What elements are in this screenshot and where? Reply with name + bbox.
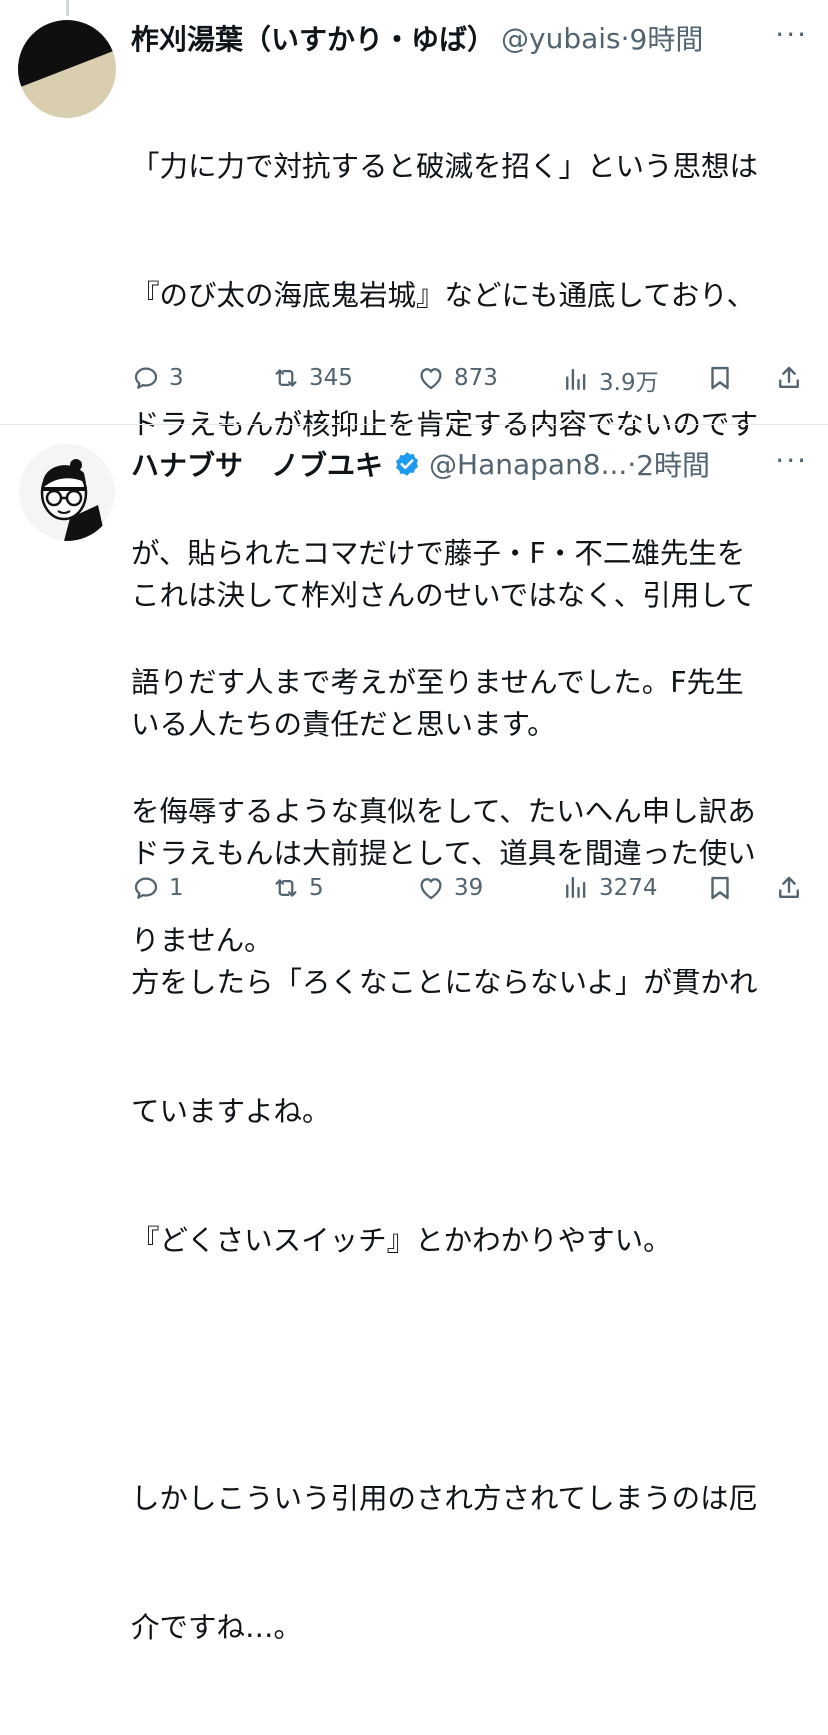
avatar[interactable] (18, 20, 116, 118)
bookmark-button[interactable] (705, 363, 735, 393)
bookmark-icon (711, 366, 729, 390)
avatar-image (18, 20, 116, 118)
action-bar: 1 5 39 3274 (131, 873, 811, 913)
reply-count: 1 (169, 875, 184, 901)
share-icon (779, 876, 799, 898)
tweet-text-line: いる人たちの責任だと思います。 (131, 708, 556, 741)
retweet-icon (275, 879, 297, 897)
timestamp[interactable]: 9時間 (630, 18, 704, 58)
bookmark-button[interactable] (705, 873, 735, 903)
bookmark-icon (711, 876, 729, 900)
tweet-header: 柞刈湯葉（いすかり・ゆば） @yubais · 9時間 ··· (131, 16, 808, 60)
like-count: 873 (454, 365, 498, 391)
tweet-text-line: しかしこういう引用のされ方されてしまうのは厄 (131, 1482, 758, 1515)
avatar-image (18, 443, 116, 541)
action-bar: 3 345 873 3.9万 (131, 363, 811, 403)
tweet-2[interactable]: ハナブサ ノブユキ @Hanapan8... · 2時間 ··· これは決して柞… (0, 425, 828, 1644)
tweet-text-line: これは決して柞刈さんのせいではなく、引用して (131, 579, 756, 612)
views-icon (566, 368, 586, 390)
views-count: 3274 (599, 875, 658, 901)
user-handle[interactable]: @Hanapan8... (429, 448, 627, 481)
retweet-button[interactable]: 5 (271, 873, 324, 903)
views-button[interactable]: 3274 (561, 873, 658, 903)
views-count: 3.9万 (599, 370, 659, 396)
reply-icon (134, 367, 158, 389)
reply-button[interactable]: 3 (131, 363, 184, 393)
separator-dot: · (620, 21, 630, 55)
tweet-text-line: 「力に力で対抗すると破滅を招く」という思想は (131, 150, 759, 183)
share-icon (779, 366, 799, 388)
display-name[interactable]: 柞刈湯葉（いすかり・ゆば） (131, 18, 495, 58)
heart-icon (420, 368, 442, 390)
tweet-text-line: ていますよね。 (131, 1095, 331, 1128)
avatar[interactable] (18, 443, 116, 541)
more-options-icon[interactable]: ··· (775, 18, 808, 51)
tweet-header: ハナブサ ノブユキ @Hanapan8... · 2時間 ··· (131, 442, 808, 486)
reply-button[interactable]: 1 (131, 873, 184, 903)
display-name[interactable]: ハナブサ ノブユキ (131, 444, 383, 484)
share-button[interactable] (774, 873, 804, 903)
share-button[interactable] (774, 363, 804, 393)
tweet-text-line: 『のび太の海底鬼岩城』などにも通底しており、 (131, 279, 756, 312)
user-handle[interactable]: @yubais (501, 22, 621, 55)
retweet-button[interactable]: 345 (271, 363, 353, 393)
like-count: 39 (454, 875, 484, 901)
reply-count: 3 (169, 365, 184, 391)
tweet-1[interactable]: 柞刈湯葉（いすかり・ゆば） @yubais · 9時間 ··· 「力に力で対抗す… (0, 0, 828, 957)
timestamp[interactable]: 2時間 (636, 444, 710, 484)
more-options-icon[interactable]: ··· (775, 444, 808, 477)
views-icon (566, 876, 586, 898)
heart-icon (420, 878, 442, 900)
separator-dot: · (627, 447, 637, 481)
retweet-icon (275, 369, 297, 387)
tweet-text-line: 方をしたら「ろくなことにならないよ」が貫かれ (131, 966, 758, 999)
verified-badge-icon[interactable] (393, 450, 421, 478)
tweet-text-line: 『どくさいスイッチ』とかわかりやすい。 (131, 1224, 672, 1257)
tweet-text-line (131, 1348, 811, 1391)
tweet-text-line: 介ですね…。 (131, 1611, 303, 1644)
tweet-text-line: ドラえもんは大前提として、道具を間違った使い (131, 837, 756, 870)
like-button[interactable]: 39 (416, 873, 483, 903)
reply-icon (134, 877, 158, 899)
like-button[interactable]: 873 (416, 363, 498, 393)
retweet-count: 345 (309, 365, 353, 391)
views-button[interactable]: 3.9万 (561, 363, 659, 397)
tweet-text: これは決して柞刈さんのせいではなく、引用して いる人たちの責任だと思います。 ド… (131, 488, 811, 1735)
retweet-count: 5 (309, 875, 324, 901)
